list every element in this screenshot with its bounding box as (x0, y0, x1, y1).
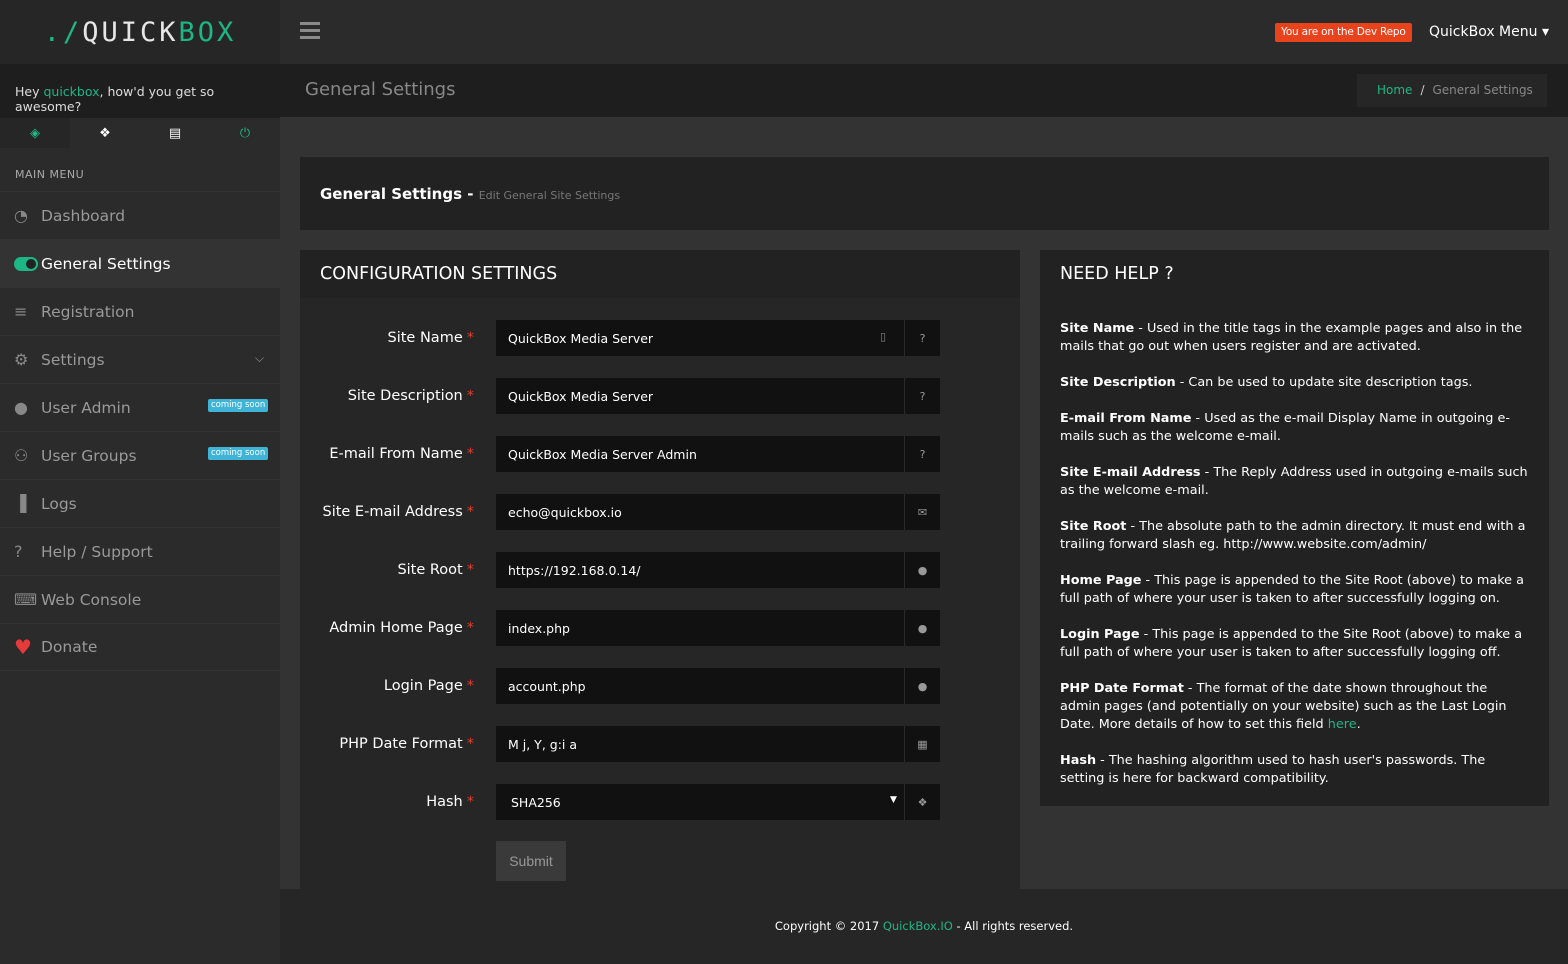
help-item: PHP Date Format - The format of the date… (1060, 681, 1507, 732)
php-date-format-input[interactable]: M j, Y, g:i a (496, 726, 904, 762)
coming-soon-badge: coming soon (208, 447, 269, 460)
heart-icon: ♥ (14, 635, 32, 659)
power-icon[interactable]: ⏻ (210, 118, 280, 148)
panel-title: General Settings - (320, 185, 479, 203)
sidebar-item-donate[interactable]: ♥ Donate (0, 623, 280, 671)
keyboard-icon: ⌨ (14, 590, 38, 609)
email-from-name-input[interactable]: QuickBox Media Server Admin (496, 436, 904, 472)
calendar-icon[interactable]: ▦ (904, 726, 940, 762)
main-menu-label: MAIN MENU (15, 168, 85, 181)
breadcrumb: Home / General Settings (1357, 74, 1547, 107)
help-item: Site Root - The absolute path to the adm… (1060, 519, 1526, 552)
site-name-row: Site Name * QuickBox Media Server ▯ ? (300, 320, 1020, 356)
sidebar: Hey quickbox, how'd you get so awesome? … (0, 64, 280, 964)
server-icon: ≡ (14, 302, 28, 321)
sidebar-item-settings[interactable]: ⚙ Settings ⌵ (0, 335, 280, 383)
page-header: General Settings Home / General Settings (280, 64, 1568, 117)
logo[interactable]: ./QUICKBOX (0, 0, 280, 64)
globe-icon[interactable]: ● (904, 668, 940, 704)
cogs-icon: ⚙ (14, 350, 29, 369)
id-card-icon[interactable]: ▤ (140, 118, 210, 148)
logo-box-rest: OX (197, 16, 237, 48)
dashboard-icon: ◔ (14, 206, 28, 225)
site-description-input[interactable]: QuickBox Media Server (496, 378, 904, 414)
help-body: Site Name - Used in the title tags in th… (1060, 320, 1530, 806)
puzzle-icon[interactable]: ❖ (904, 784, 940, 820)
sidebar-item-help-support[interactable]: ? Help / Support (0, 527, 280, 575)
users-icon: ⚇ (14, 446, 29, 465)
sidebar-item-registration[interactable]: ≡ Registration (0, 287, 280, 335)
hash-select[interactable]: SHA256 (496, 784, 904, 820)
site-email-input[interactable]: echo@quickbox.io (496, 494, 904, 530)
help-item: Home Page - This page is appended to the… (1060, 573, 1524, 606)
php-date-format-row: PHP Date Format * M j, Y, g:i a ▦ (300, 726, 1020, 762)
logo-box-b: B (178, 16, 198, 48)
footer-brand-link[interactable]: QuickBox.IO (883, 919, 953, 933)
sidebar-item-general-settings[interactable]: General Settings (0, 239, 280, 287)
login-page-row: Login Page * account.php ● (300, 668, 1020, 704)
sidebar-tabs: ◈ ❖ ▤ ⏻ (0, 118, 280, 148)
site-email-row: Site E-mail Address * echo@quickbox.io ✉ (300, 494, 1020, 530)
date-format-help-link[interactable]: here (1328, 717, 1357, 732)
question-circle-icon[interactable]: ? (904, 436, 940, 472)
configuration-heading: CONFIGURATION SETTINGS (320, 264, 558, 284)
page-title: General Settings (305, 79, 456, 100)
dev-repo-badge: You are on the Dev Repo (1275, 23, 1412, 42)
question-circle-icon[interactable]: ? (904, 320, 940, 356)
help-item: E-mail From Name - Used as the e-mail Di… (1060, 411, 1510, 444)
site-root-row: Site Root * https://192.168.0.14/ ● (300, 552, 1020, 588)
toggle-icon (14, 256, 38, 271)
breadcrumb-home[interactable]: Home (1377, 83, 1412, 97)
chevron-down-icon: ⌵ (254, 351, 264, 365)
sidebar-item-user-admin[interactable]: ● User Admin coming soon (0, 383, 280, 431)
breadcrumb-current: General Settings (1432, 83, 1533, 97)
logo-prefix: ./ (43, 16, 83, 48)
settings-title-panel: General Settings - Edit General Site Set… (300, 157, 1549, 230)
cubes-icon[interactable]: ❖ (70, 118, 140, 148)
help-item: Login Page - This page is appended to th… (1060, 627, 1523, 660)
coming-soon-badge: coming soon (208, 399, 269, 412)
sidebar-item-web-console[interactable]: ⌨ Web Console (0, 575, 280, 623)
top-header: ./QUICKBOX You are on the Dev Repo Quick… (0, 0, 1568, 64)
question-circle-icon: ? (14, 542, 23, 561)
logo-quick: QUICK (82, 16, 179, 48)
contact-book-icon: ▯ (880, 330, 887, 343)
footer: Copyright © 2017 QuickBox.IO - All right… (774, 919, 1074, 933)
envelope-icon[interactable]: ✉ (904, 494, 940, 530)
sidebar-nav: ◔ Dashboard General Settings ≡ Registrat… (0, 191, 280, 671)
site-root-input[interactable]: https://192.168.0.14/ (496, 552, 904, 588)
diamond-icon[interactable]: ◈ (0, 118, 70, 148)
globe-icon[interactable]: ● (904, 552, 940, 588)
user-circle-icon: ● (14, 398, 28, 417)
caret-down-icon: ▼ (890, 795, 897, 805)
question-circle-icon[interactable]: ? (904, 378, 940, 414)
help-item: Site Name - Used in the title tags in th… (1060, 321, 1523, 354)
sidebar-item-logs[interactable]: ▐ Logs (0, 479, 280, 527)
help-panel: NEED HELP ? Site Name - Used in the titl… (1040, 250, 1549, 806)
email-from-name-row: E-mail From Name * QuickBox Media Server … (300, 436, 1020, 472)
login-page-input[interactable]: account.php (496, 668, 904, 704)
quickbox-menu-dropdown[interactable]: QuickBox Menu ▾ (1429, 24, 1549, 40)
help-item: Site Description - Can be used to update… (1060, 375, 1473, 390)
hash-row: Hash * SHA256 ▼ ❖ (300, 784, 1020, 820)
admin-home-page-input[interactable]: index.php (496, 610, 904, 646)
globe-icon[interactable]: ● (904, 610, 940, 646)
greeting: Hey quickbox, how'd you get so awesome? (0, 64, 280, 118)
panel-subtitle: Edit General Site Settings (478, 189, 621, 202)
bar-chart-icon: ▐ (14, 494, 27, 513)
configuration-panel: CONFIGURATION SETTINGS Site Name * QuickB… (300, 250, 1020, 890)
greeting-user[interactable]: quickbox (43, 84, 99, 99)
help-heading: NEED HELP ? (1060, 264, 1174, 284)
sidebar-item-dashboard[interactable]: ◔ Dashboard (0, 191, 280, 239)
help-item: Site E-mail Address - The Reply Address … (1060, 465, 1528, 498)
menu-toggle-icon[interactable] (300, 22, 320, 40)
submit-button[interactable]: Submit (496, 841, 566, 881)
site-description-row: Site Description * QuickBox Media Server … (300, 378, 1020, 414)
help-item: Hash - The hashing algorithm used to has… (1060, 753, 1486, 786)
admin-home-page-row: Admin Home Page * index.php ● (300, 610, 1020, 646)
site-name-input[interactable]: QuickBox Media Server (496, 320, 904, 356)
sidebar-item-user-groups[interactable]: ⚇ User Groups coming soon (0, 431, 280, 479)
